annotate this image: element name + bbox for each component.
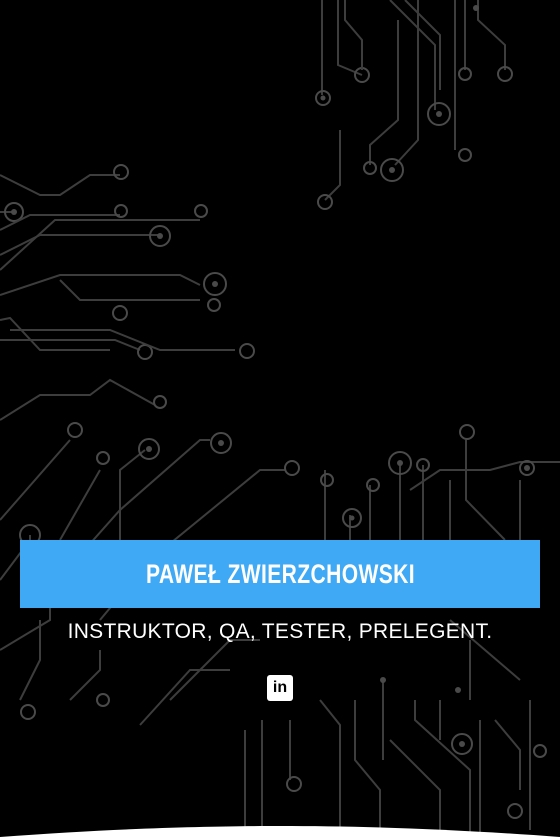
name-banner: PAWEŁ ZWIERZCHOWSKI: [20, 540, 540, 608]
bottom-curve-divider: [0, 826, 560, 837]
person-name: PAWEŁ ZWIERZCHOWSKI: [145, 558, 415, 589]
linkedin-link[interactable]: in: [267, 675, 293, 701]
person-roles: INSTRUKTOR, QA, TESTER, PRELEGENT.: [67, 620, 493, 643]
linkedin-icon: in: [272, 679, 288, 696]
circuit-background: [0, 0, 560, 837]
